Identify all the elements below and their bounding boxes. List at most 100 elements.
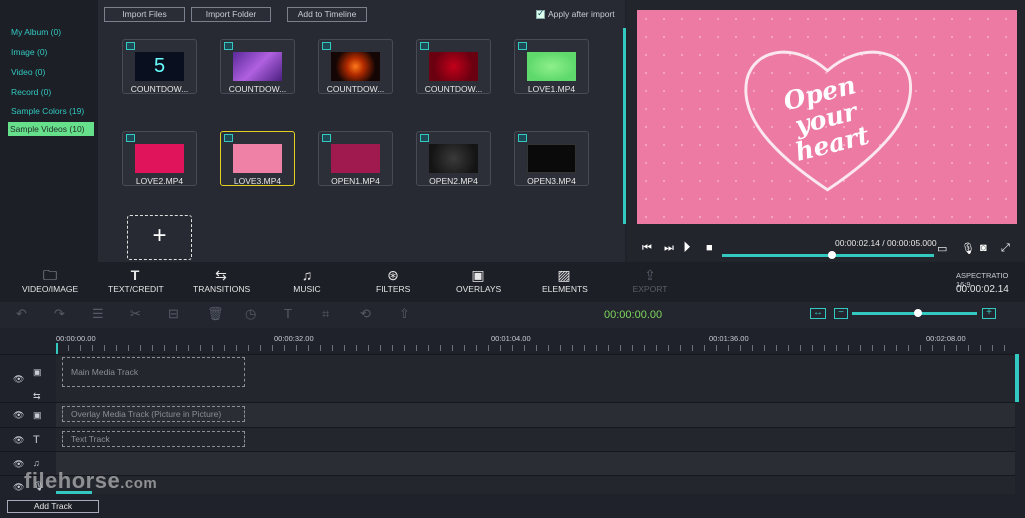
music-icon: ♫ [301,267,313,283]
import-folder-button[interactable]: Import Folder [191,7,271,22]
fit-timeline-icon[interactable]: ↔ [810,308,826,319]
eye-icon[interactable]: 👁 [13,459,24,470]
transitions-tool[interactable]: ⇆ TRANSITIONS [193,266,250,294]
export-icon: ⇪ [644,267,656,283]
sidebar-item-record[interactable]: Record (0) [9,85,53,99]
thumb-check-icon[interactable] [322,42,331,50]
fullscreen-icon[interactable]: ⤢ [1001,242,1010,255]
media-thumb-love1[interactable]: LOVE1.MP4 [514,39,589,94]
link-audio-icon[interactable]: ⇆ [33,391,41,402]
thumb-check-icon[interactable] [224,42,233,50]
split-icon[interactable]: ⊟ [168,306,179,322]
ruler-ticks [56,345,1016,351]
watermark-suffix: .com [120,475,158,492]
track-controls [0,428,55,452]
overlays-icon: ▣ [471,267,485,283]
redo-icon[interactable]: ↷ [54,306,65,322]
text-track-placeholder[interactable]: Text Track [62,431,245,447]
thumb-check-icon[interactable] [322,134,331,142]
rotate-icon[interactable]: ⟲ [360,306,371,322]
timeline-vertical-scrollbar[interactable] [1015,354,1019,402]
sidebar-item-image[interactable]: Image (0) [9,45,49,59]
filters-tool[interactable]: ⊛ FILTERS [376,266,410,294]
music-tool[interactable]: ♫ MUSIC [290,266,324,294]
video-image-tool[interactable]: 🗀 VIDEO/IMAGE [22,266,78,294]
eye-icon[interactable]: 👁 [13,374,24,385]
media-thumb-open2[interactable]: OPEN2.MP4 [416,131,491,186]
overlays-tool[interactable]: ▣ OVERLAYS [456,266,502,294]
overlay-track-icon: ▣ [33,410,42,420]
text-credit-tool[interactable]: T TEXT/CREDIT [108,266,164,294]
zoom-in-icon[interactable]: + [982,308,996,319]
undo-icon[interactable]: ↶ [16,306,27,322]
crop-icon[interactable]: ⌗ [322,306,329,322]
tool-label: ELEMENTS [542,284,588,294]
eye-icon[interactable]: 👁 [13,482,24,493]
sidebar-item-sample-videos[interactable]: Sample Videos (10) [8,122,94,136]
sidebar-item-my-album[interactable]: My Album (0) [9,25,63,39]
skip-forward-icon[interactable]: ⏭ [664,242,674,255]
stop-icon[interactable]: ■ [706,242,713,254]
microphone-icon[interactable]: 🎙 [961,242,975,255]
sidebar-item-sample-colors[interactable]: Sample Colors (19) [9,104,86,118]
export-tool[interactable]: ⇪ EXPORT [632,266,668,294]
apply-after-import-checkbox[interactable]: Apply after import [536,8,615,19]
add-track-button[interactable]: Add Track [7,500,99,513]
add-to-timeline-button[interactable]: Add to Timeline [287,7,367,22]
video-track-icon: ▣ [33,367,42,377]
edit-timecode: 00:00:00.00 [604,309,663,321]
eye-icon[interactable]: 👁 [13,435,24,446]
overlay-media-track-placeholder[interactable]: Overlay Media Track (Picture in Picture) [62,406,245,422]
text-edit-icon[interactable]: T [284,306,292,321]
import-files-button[interactable]: Import Files [104,7,185,22]
flip-icon[interactable]: ⇧ [399,306,410,322]
media-thumb-open1[interactable]: OPEN1.MP4 [318,131,393,186]
cut-icon[interactable]: ✂ [130,306,141,322]
ruler-tick-label: 00:01:04.00 [491,334,531,343]
watermark: filehorse.com [24,468,157,494]
thumb-image [233,144,282,173]
skip-back-icon[interactable]: ⏮ [642,242,652,255]
delete-icon[interactable]: 🗑 [207,306,224,322]
zoom-out-icon[interactable]: − [834,308,848,319]
tool-label: OVERLAYS [456,284,502,294]
folder-icon: 🗀 [43,267,57,283]
ruler-tick-label: 00:00:00.00 [56,334,96,343]
thumb-label: LOVE2.MP4 [135,176,184,186]
thumb-check-icon[interactable] [420,134,429,142]
track-body[interactable] [56,452,1015,476]
thumb-image: 5 [135,52,184,81]
thumb-check-icon[interactable] [126,42,135,50]
media-thumb-countdown-3[interactable]: COUNTDOW... [318,39,393,94]
media-thumb-open3[interactable]: OPEN3.MP4 [514,131,589,186]
snapshot-icon[interactable]: ◙ [980,242,987,254]
record-screen-icon[interactable]: ▭ [937,242,947,255]
tool-label: MUSIC [293,284,321,294]
track-body[interactable] [56,476,1015,494]
thumb-check-icon[interactable] [126,134,135,142]
sidebar-item-video[interactable]: Video (0) [9,65,47,79]
media-thumb-love3[interactable]: LOVE3.MP4 [220,131,295,186]
eye-icon[interactable]: 👁 [13,410,24,421]
watermark-text: filehorse [24,468,121,493]
adjust-icon[interactable]: ☰ [92,306,104,322]
tool-label: TEXT/CREDIT [108,284,164,294]
media-thumb-countdown-4[interactable]: COUNTDOW... [416,39,491,94]
elements-tool[interactable]: ▨ ELEMENTS [542,266,588,294]
thumb-check-icon[interactable] [518,42,527,50]
thumb-image [233,52,282,81]
thumb-image [527,144,576,173]
thumb-check-icon[interactable] [224,134,233,142]
play-icon[interactable]: ⏵ [683,239,691,256]
media-scrollbar[interactable] [623,28,626,224]
media-thumb-countdown-2[interactable]: COUNTDOW... [220,39,295,94]
thumb-check-icon[interactable] [518,134,527,142]
thumb-check-icon[interactable] [420,42,429,50]
add-media-button[interactable]: + [127,215,192,260]
media-thumb-love2[interactable]: LOVE2.MP4 [122,131,197,186]
media-thumb-countdown-1[interactable]: 5 COUNTDOW... [122,39,197,94]
checkbox-icon[interactable] [536,8,545,19]
duration-icon[interactable]: ◷ [245,306,256,322]
thumb-image [429,52,478,81]
main-media-track-placeholder[interactable]: Main Media Track [62,357,245,387]
